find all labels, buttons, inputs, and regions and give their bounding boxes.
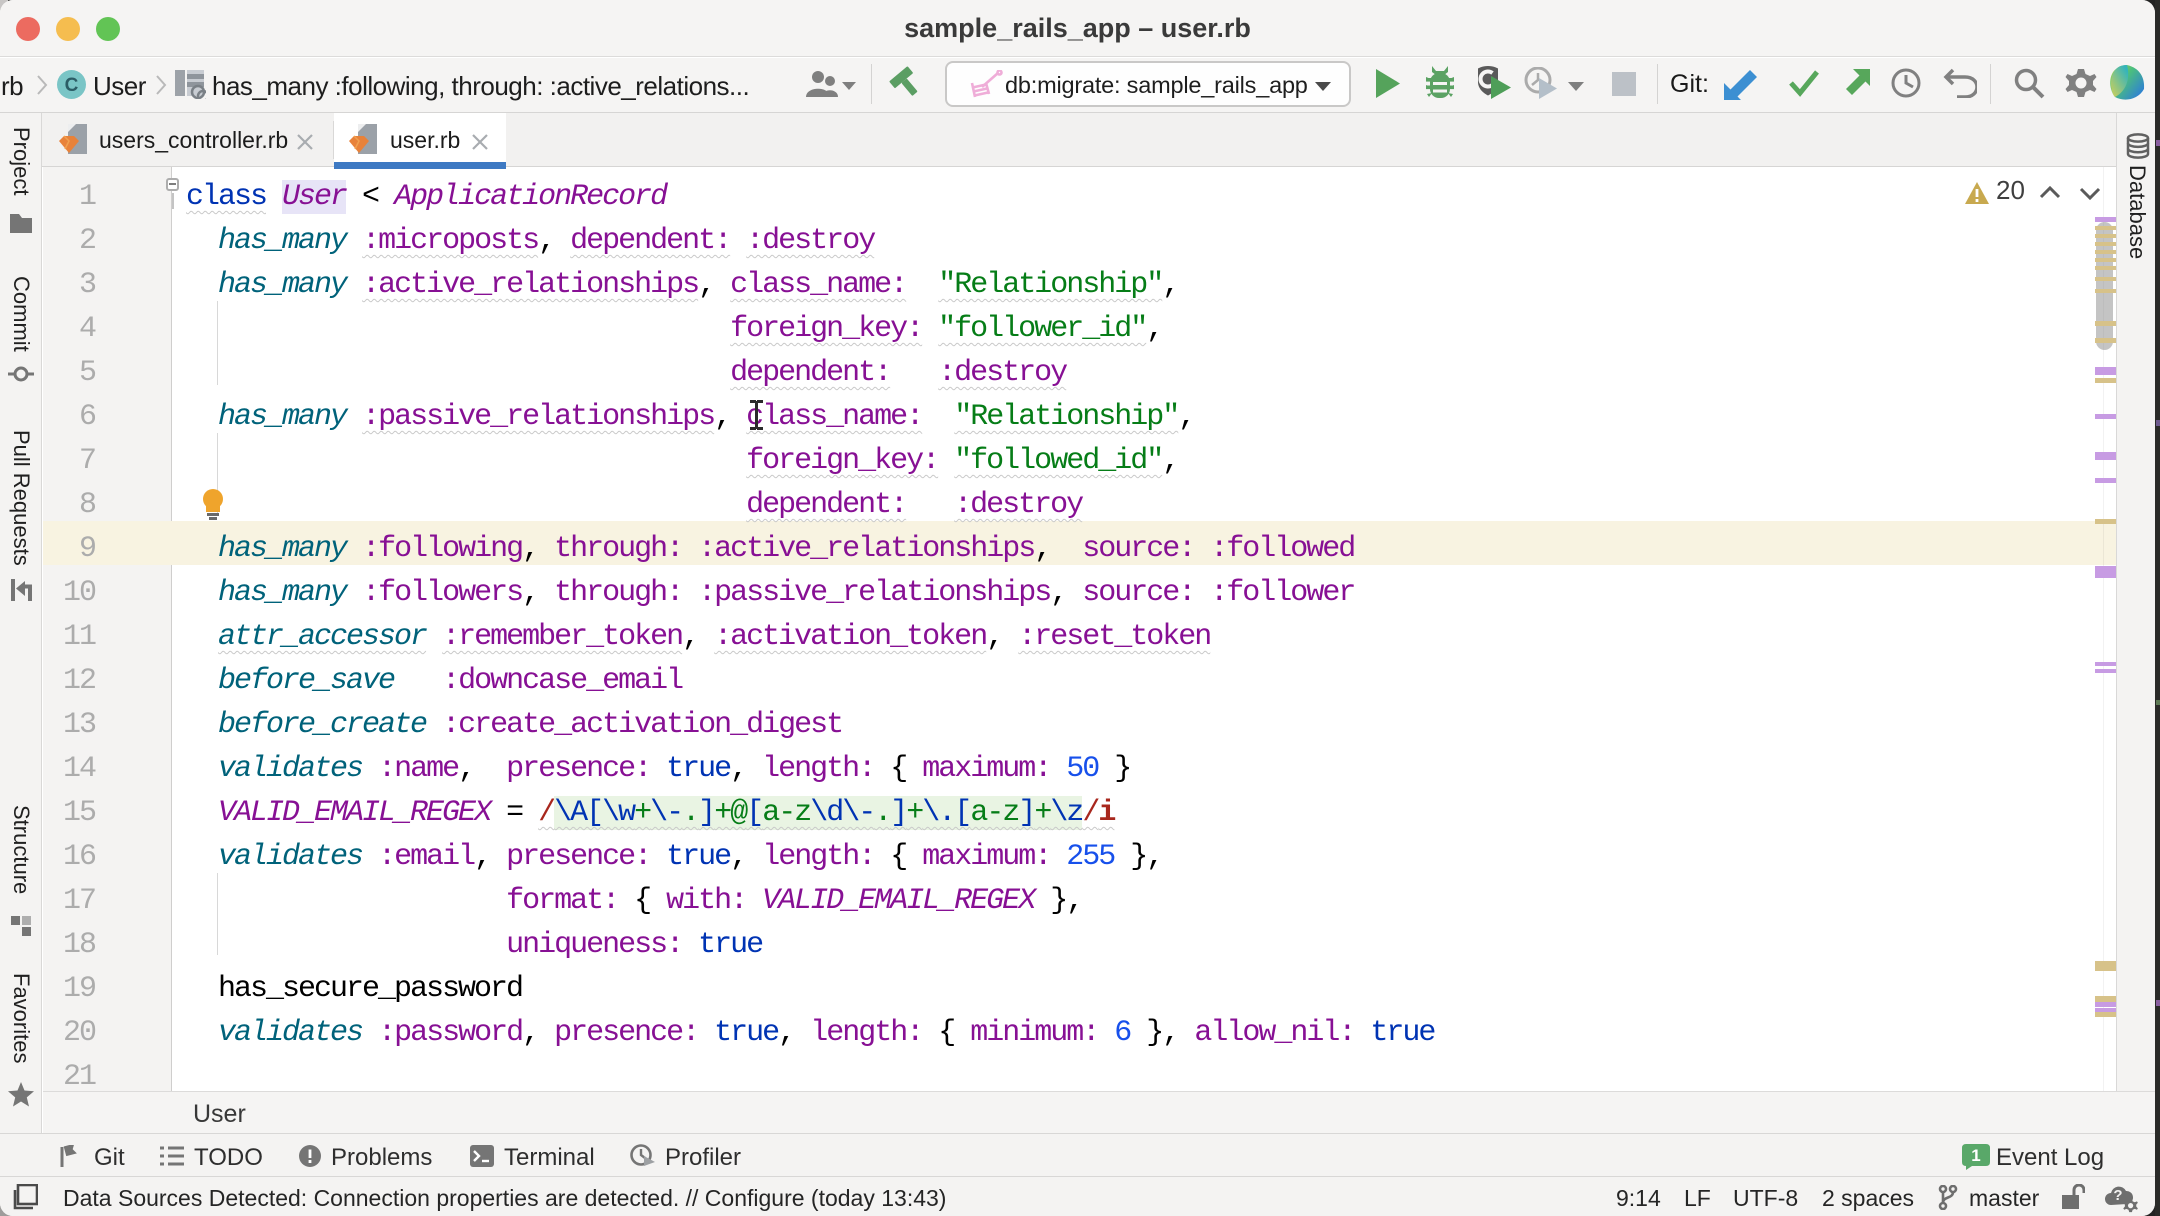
svg-text:1: 1 — [1971, 1146, 1980, 1165]
svg-text:?: ? — [2113, 1187, 2122, 1204]
